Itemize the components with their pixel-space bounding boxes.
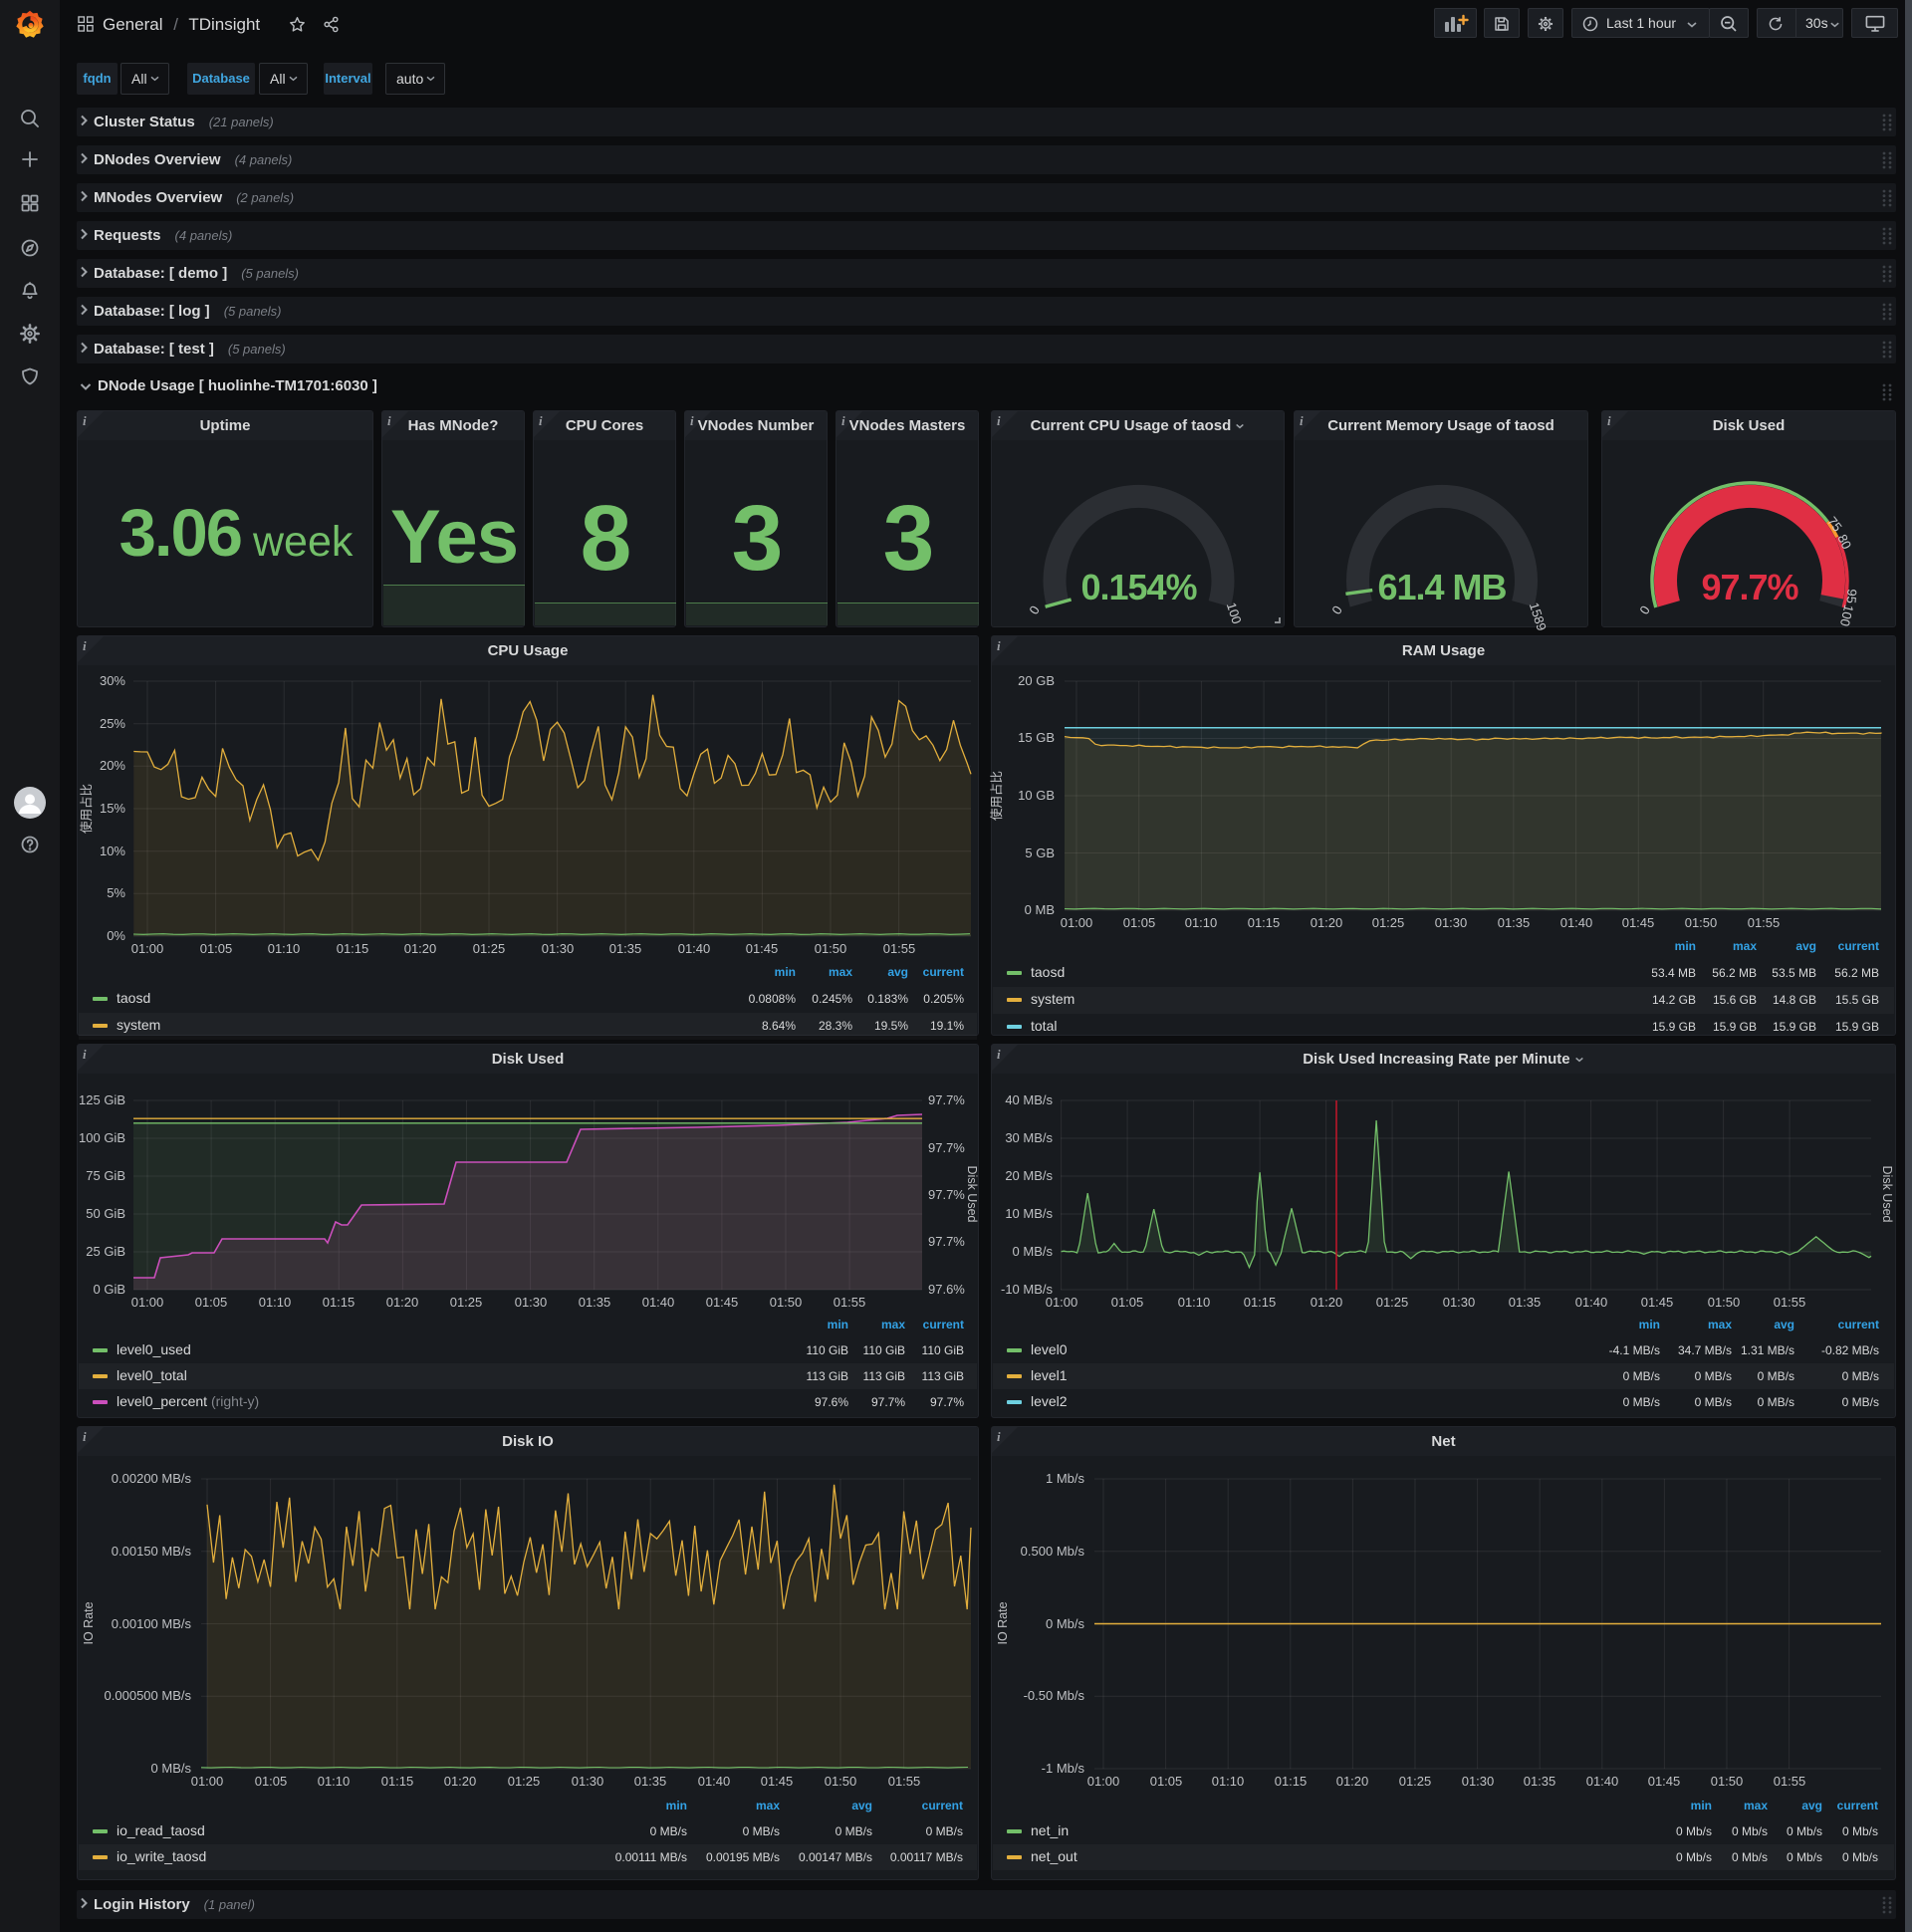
- svg-text:使用占比: 使用占比: [989, 771, 1004, 821]
- svg-text:使用占比: 使用占比: [79, 784, 94, 834]
- svg-text:Disk Used: Disk Used: [1880, 1166, 1894, 1223]
- svg-text:IO Rate: IO Rate: [996, 1601, 1010, 1644]
- svg-text:IO Rate: IO Rate: [82, 1601, 96, 1644]
- svg-text:Disk Used: Disk Used: [965, 1166, 979, 1223]
